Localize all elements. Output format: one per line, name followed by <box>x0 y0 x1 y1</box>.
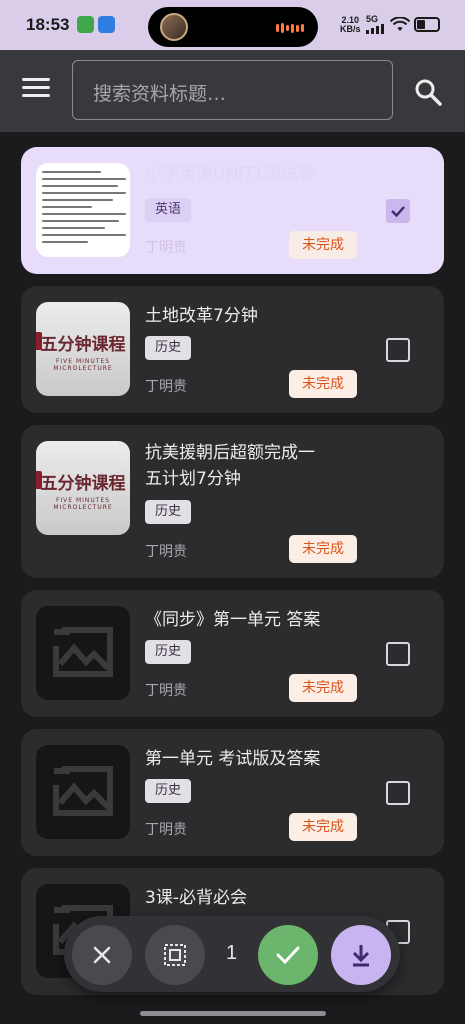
status-badge: 未完成 <box>289 370 357 398</box>
lecture-thumb-subtext: FIVE MINUTES MICROLECTURE <box>53 358 113 372</box>
item-author: 丁明贵 <box>145 683 187 699</box>
status-time: 18:53 <box>26 15 70 34</box>
audio-bars-icon <box>276 23 304 33</box>
lecture-thumbnail: 五分钟课程 FIVE MINUTES MICROLECTURE <box>36 441 130 535</box>
network-type: 5G <box>366 14 379 24</box>
item-title-line2: 五计划7分钟 <box>145 469 241 489</box>
subject-tag: 历史 <box>145 500 192 524</box>
item-title-line1: 抗美援朝后超额完成一 <box>145 443 315 463</box>
network-speed-unit: KB/s <box>340 24 361 34</box>
item-author: 丁明贵 <box>145 544 187 560</box>
item-checkbox[interactable] <box>386 199 410 223</box>
list-item[interactable]: 五分钟课程 FIVE MINUTES MICROLECTURE 抗美援朝后超额完… <box>21 425 444 646</box>
item-title: 小学英语UNIT1测试卷 <box>145 164 316 184</box>
status-badge: 未完成 <box>289 231 357 259</box>
select-all-button[interactable] <box>145 925 205 985</box>
item-title: 3课-必背必会 <box>145 888 247 908</box>
subject-tag: 历史 <box>145 779 192 803</box>
item-checkbox[interactable] <box>386 781 410 805</box>
dynamic-island <box>148 7 318 47</box>
selection-action-bar: 1 <box>64 916 400 992</box>
confirm-icon <box>276 946 300 965</box>
placeholder-thumbnail <box>36 745 130 839</box>
selected-count: 1 <box>226 942 238 964</box>
subject-tag: 历史 <box>145 640 192 664</box>
confirm-button[interactable] <box>258 925 318 985</box>
list-item[interactable]: 小学英语UNIT1测试卷 英语 丁明贵 未完成 <box>21 147 444 274</box>
battery-icon <box>414 17 440 32</box>
subject-tag: 英语 <box>145 198 192 222</box>
list-item[interactable]: 第一单元 考试版及答案 历史 丁明贵 未完成 <box>21 729 444 856</box>
lecture-thumb-subtext: FIVE MINUTES MICROLECTURE <box>53 497 113 511</box>
search-placeholder: 搜索资料标题… <box>93 83 227 105</box>
item-author: 丁明贵 <box>145 822 187 838</box>
subject-tag: 历史 <box>145 336 192 360</box>
placeholder-thumbnail <box>36 606 130 700</box>
item-checkbox[interactable] <box>386 642 410 666</box>
app-icon-blue <box>98 16 115 33</box>
item-title: 土地改革7分钟 <box>145 306 258 326</box>
image-placeholder-icon <box>53 627 113 677</box>
close-icon <box>93 946 111 964</box>
search-icon[interactable] <box>412 76 444 108</box>
menu-icon[interactable] <box>22 78 50 102</box>
status-badge: 未完成 <box>289 674 357 702</box>
avatar <box>160 13 188 41</box>
home-indicator[interactable] <box>140 1011 326 1016</box>
select-all-icon <box>164 944 186 966</box>
wifi-icon <box>390 17 410 31</box>
status-badge: 未完成 <box>289 813 357 841</box>
item-author: 丁明贵 <box>145 379 187 395</box>
app-bar: 搜索资料标题… <box>0 50 465 132</box>
list-item[interactable]: 五分钟课程 FIVE MINUTES MICROLECTURE 土地改革7分钟 … <box>21 286 444 413</box>
image-placeholder-icon <box>53 766 113 816</box>
item-checkbox[interactable] <box>386 338 410 362</box>
check-icon <box>391 206 405 218</box>
search-input[interactable]: 搜索资料标题… <box>72 60 393 120</box>
lecture-thumbnail: 五分钟课程 FIVE MINUTES MICROLECTURE <box>36 302 130 396</box>
item-author: 丁明贵 <box>145 240 187 256</box>
item-title: 第一单元 考试版及答案 <box>145 749 321 769</box>
lecture-thumb-text: 五分钟课程 <box>40 474 126 494</box>
network-speed: 2.10 KB/s <box>340 16 361 34</box>
document-thumbnail <box>36 163 130 257</box>
status-badge: 未完成 <box>289 535 357 563</box>
download-button[interactable] <box>331 925 391 985</box>
list-item[interactable]: 《同步》第一单元 答案 历史 丁明贵 未完成 <box>21 590 444 717</box>
signal-icon <box>366 24 384 34</box>
lecture-thumb-text: 五分钟课程 <box>40 335 126 355</box>
app-icon-green <box>77 16 94 33</box>
item-title: 《同步》第一单元 答案 <box>145 610 321 630</box>
cancel-selection-button[interactable] <box>72 925 132 985</box>
status-bar: 18:53 2.10 KB/s 5G <box>0 0 465 50</box>
download-icon <box>352 945 370 967</box>
